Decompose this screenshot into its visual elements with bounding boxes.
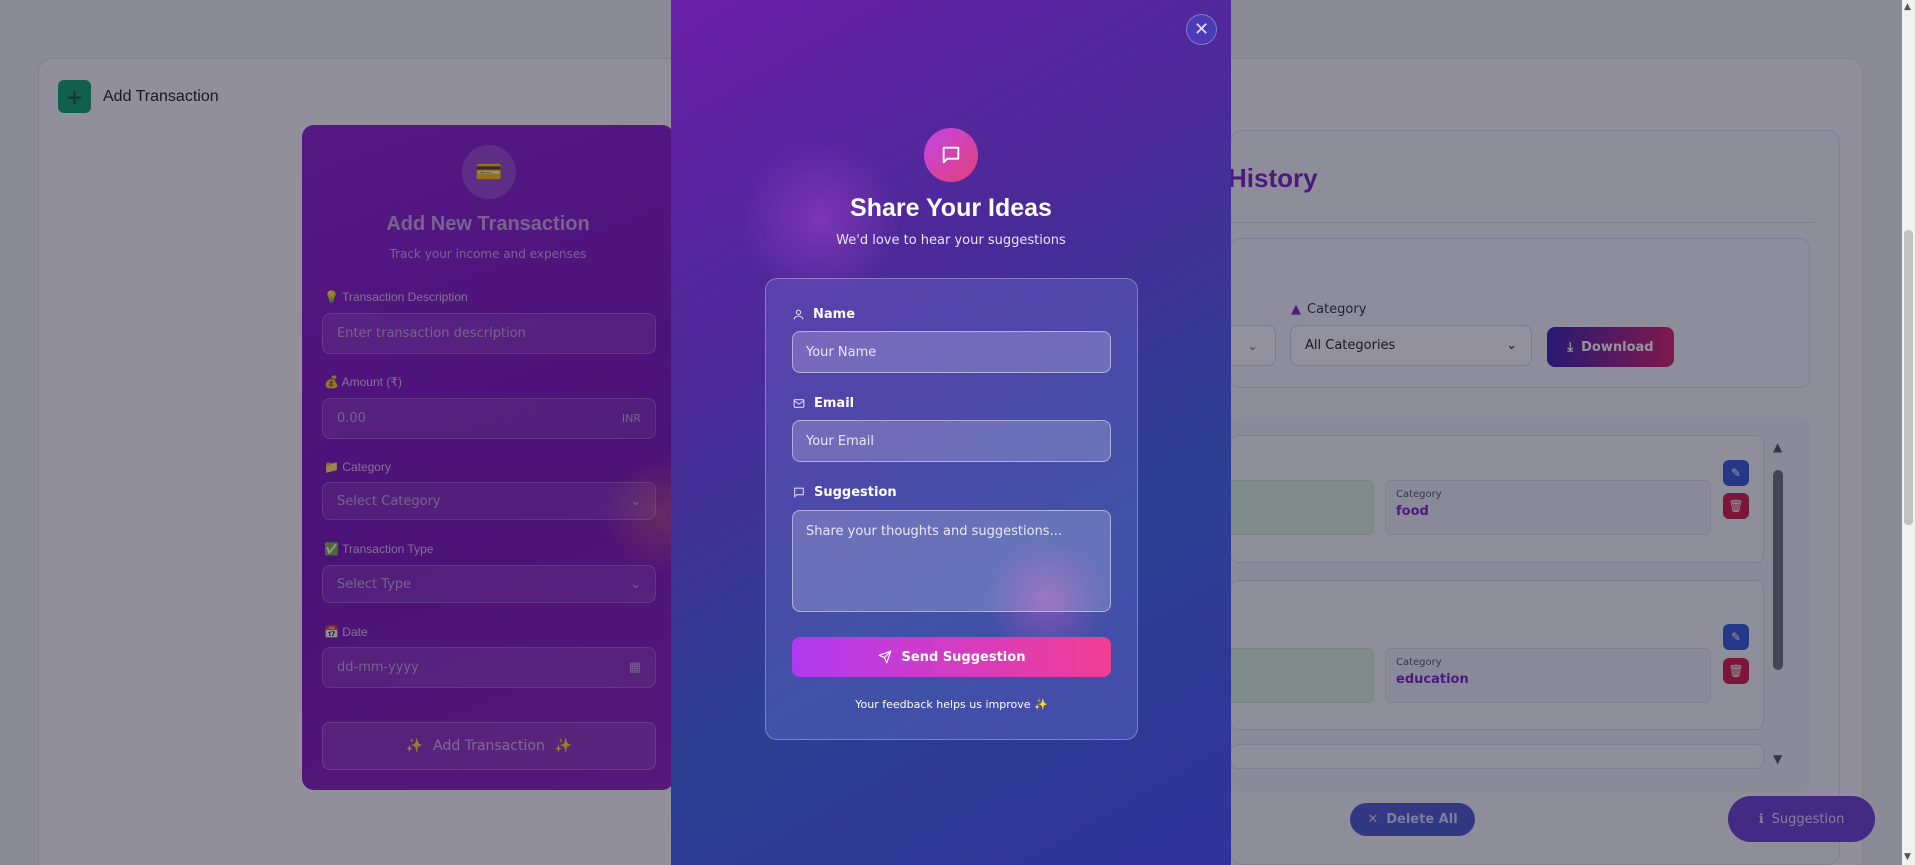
chat-icon xyxy=(924,128,978,182)
close-icon[interactable]: ✕ xyxy=(1186,14,1217,45)
page-scrollbar[interactable]: ▲ ▼ xyxy=(1902,0,1915,865)
scroll-up-arrow[interactable]: ▲ xyxy=(1904,2,1911,12)
name-label: Name xyxy=(792,307,855,322)
email-label: Email xyxy=(792,396,854,411)
suggestion-modal: ✕ Share Your Ideas We'd love to hear you… xyxy=(671,0,1231,865)
modal-title: Share Your Ideas xyxy=(850,194,1052,222)
name-input[interactable]: Your Name xyxy=(792,331,1111,373)
suggestion-label: Suggestion xyxy=(792,485,897,500)
modal-subtitle: We'd love to hear your suggestions xyxy=(836,233,1066,248)
email-input[interactable]: Your Email xyxy=(792,420,1111,462)
scroll-down-arrow[interactable]: ▼ xyxy=(1904,852,1911,862)
scrollbar-thumb[interactable] xyxy=(1904,230,1913,525)
mail-icon xyxy=(793,399,805,408)
suggestion-textarea[interactable]: Share your thoughts and suggestions... xyxy=(792,510,1111,612)
chat-icon xyxy=(794,487,804,499)
send-icon xyxy=(878,650,891,664)
suggestion-form: Name Your Name Email Your Email Suggesti… xyxy=(765,278,1138,740)
send-suggestion-button[interactable]: Send Suggestion xyxy=(792,637,1111,677)
modal-footer-note: Your feedback helps us improve ✨ xyxy=(855,698,1048,711)
user-icon xyxy=(793,309,804,320)
